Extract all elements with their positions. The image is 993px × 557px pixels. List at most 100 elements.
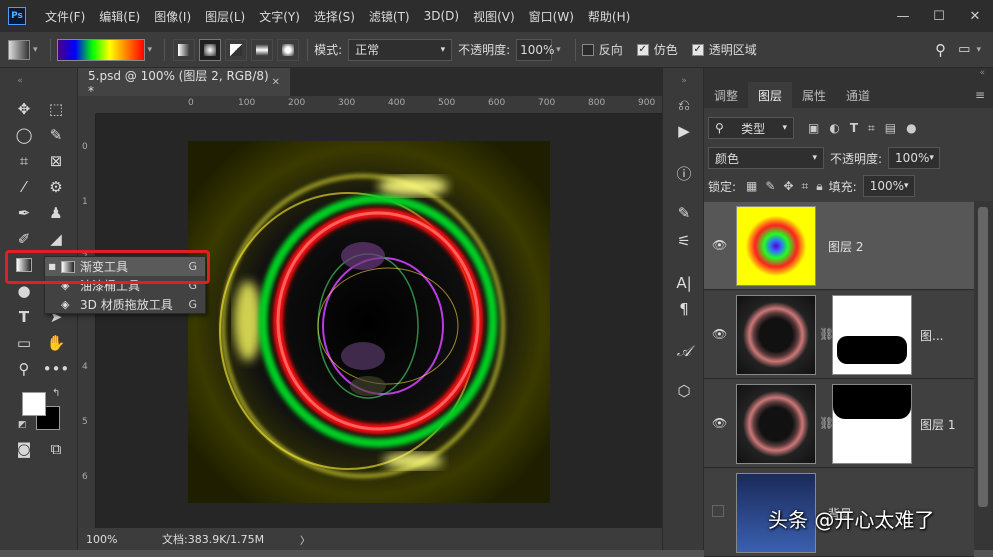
menu-3d[interactable]: 3D(D) xyxy=(417,9,466,23)
layers-scrollbar[interactable] xyxy=(974,201,993,550)
pixel-filter-icon[interactable]: ▣ xyxy=(808,121,819,135)
brush-settings-icon[interactable]: ✎ xyxy=(672,202,696,224)
menu-edit[interactable]: 编辑(E) xyxy=(92,8,147,25)
zoom-level[interactable]: 100% xyxy=(78,533,138,546)
type-filter-icon[interactable]: T xyxy=(850,121,858,135)
rectangle-tool-icon[interactable]: ▭ xyxy=(12,332,36,354)
eye-icon[interactable]: 👁︎ xyxy=(712,416,727,430)
angle-gradient-button[interactable] xyxy=(225,38,248,61)
hand-tool-icon[interactable]: ✋ xyxy=(44,332,68,354)
eye-icon[interactable]: 👁︎ xyxy=(712,327,727,341)
layer-filter-dropdown[interactable]: ⚲ 类型 ▾ xyxy=(708,117,794,139)
status-menu-icon[interactable]: 〉 xyxy=(300,532,310,547)
character-icon[interactable]: A| xyxy=(672,272,696,294)
marquee-tool-icon[interactable]: ⬚ xyxy=(44,98,68,120)
shape-filter-icon[interactable]: ⌗ xyxy=(868,121,875,136)
tab-adjustments[interactable]: 调整 xyxy=(704,82,748,108)
collapse-icon[interactable]: « xyxy=(8,70,32,92)
blend-mode-dropdown[interactable]: 颜色 ▾ xyxy=(708,147,824,169)
layer-opacity-input[interactable]: 100% ▾ xyxy=(888,147,941,169)
flyout-item-3d-material[interactable]: ◈ 3D 材质拖放工具 G xyxy=(45,295,205,314)
search-icon[interactable]: ⚲ xyxy=(935,41,946,59)
chevron-down-icon[interactable]: ▾ xyxy=(556,45,561,55)
eraser-tool-icon[interactable]: ◢ xyxy=(44,228,68,250)
mode-dropdown[interactable]: 正常 ▾ xyxy=(348,38,453,61)
smart-object-filter-icon[interactable]: ▤ xyxy=(885,121,896,135)
lock-artboard-icon[interactable]: ⌗ xyxy=(802,179,809,194)
layer-name[interactable]: 图... xyxy=(920,327,943,344)
collapse-icon[interactable]: » xyxy=(672,70,696,92)
menu-image[interactable]: 图像(I) xyxy=(147,8,198,25)
linear-gradient-button[interactable] xyxy=(173,38,196,61)
type-tool-icon[interactable]: T xyxy=(12,306,36,328)
swap-colors-icon[interactable]: ↰ xyxy=(52,388,60,399)
lock-pixels-icon[interactable]: ✎ xyxy=(765,179,775,193)
radial-gradient-button[interactable] xyxy=(199,38,222,61)
foreground-color-swatch-top[interactable] xyxy=(22,392,46,416)
gradient-editor-swatch[interactable] xyxy=(56,38,145,61)
vertical-ruler[interactable]: 0123456 xyxy=(78,114,96,534)
3d-tool-icon[interactable]: ⚙ xyxy=(44,176,68,198)
adjustment-filter-icon[interactable]: ◐ xyxy=(829,121,839,135)
scrollbar-thumb[interactable] xyxy=(978,207,988,507)
eye-icon[interactable]: 👁︎ xyxy=(712,238,727,252)
opacity-input[interactable]: 100% xyxy=(516,38,554,61)
layer-row[interactable]: 👁︎ 图层 2 xyxy=(704,202,974,290)
fill-input[interactable]: 100% ▾ xyxy=(862,175,915,197)
lock-transparent-icon[interactable]: ▦ xyxy=(746,179,757,193)
close-icon[interactable]: ✕ xyxy=(272,77,280,88)
filter-toggle-icon[interactable]: ● xyxy=(906,121,916,135)
history-icon[interactable]: ⎌ xyxy=(672,94,696,116)
visibility-toggle-empty[interactable] xyxy=(712,505,724,517)
chevron-down-icon[interactable]: ▾ xyxy=(33,45,38,55)
layer-row[interactable]: 👁︎ ⛓︎ 图层 1 xyxy=(704,380,974,468)
tab-layers[interactable]: 图层 xyxy=(748,82,793,108)
lasso-tool-icon[interactable]: ◯ xyxy=(12,124,36,146)
quick-mask-icon[interactable]: ◙ xyxy=(12,438,36,460)
chevron-down-icon[interactable]: ▾ xyxy=(976,45,981,55)
quick-select-tool-icon[interactable]: ✎ xyxy=(44,124,68,146)
screen-mode-icon[interactable]: ⧉ xyxy=(44,438,68,460)
info-icon[interactable]: ⓘ xyxy=(672,162,696,184)
dither-checkbox[interactable]: ✓ xyxy=(636,43,649,56)
frame-tool-icon[interactable]: ⊠ xyxy=(44,150,68,172)
document-tab[interactable]: 5.psd @ 100% (图层 2, RGB/8) * ✕ xyxy=(78,68,290,98)
transparency-checkbox[interactable]: ✓ xyxy=(691,43,704,56)
menu-help[interactable]: 帮助(H) xyxy=(581,8,637,25)
adjustments-icon[interactable]: ⚟ xyxy=(672,230,696,252)
horizontal-ruler[interactable]: 0100200300400500600700800900100 xyxy=(96,96,705,114)
reflected-gradient-button[interactable] xyxy=(251,38,274,61)
menu-window[interactable]: 窗口(W) xyxy=(522,8,581,25)
menu-filter[interactable]: 滤镜(T) xyxy=(362,8,417,25)
menu-view[interactable]: 视图(V) xyxy=(466,8,522,25)
3d-panel-icon[interactable]: ⬡ xyxy=(672,380,696,402)
workspace-icon[interactable]: ▭ xyxy=(958,42,970,57)
minimize-button[interactable]: — xyxy=(885,9,921,24)
layer-row[interactable]: 👁︎ ⛓︎ 图... xyxy=(704,291,974,379)
tab-channels[interactable]: 通道 xyxy=(836,82,880,108)
layer-name[interactable]: 图层 2 xyxy=(828,238,863,255)
default-colors-icon[interactable]: ◩ xyxy=(18,420,27,430)
panel-menu-icon[interactable]: ≡ xyxy=(975,88,985,102)
paragraph-icon[interactable]: ¶ xyxy=(672,298,696,320)
lock-position-icon[interactable]: ✥ xyxy=(783,179,793,193)
crop-tool-icon[interactable]: ⌗ xyxy=(12,150,36,172)
collapse-icon[interactable]: « xyxy=(979,68,985,78)
maximize-button[interactable]: ☐ xyxy=(921,9,957,24)
lock-all-icon[interactable]: 🔒︎ xyxy=(816,179,822,194)
menu-select[interactable]: 选择(S) xyxy=(307,8,362,25)
tab-properties[interactable]: 属性 xyxy=(792,82,836,108)
history-brush-icon[interactable]: ✐ xyxy=(12,228,36,250)
reverse-checkbox[interactable] xyxy=(581,43,594,56)
zoom-tool-icon[interactable]: ⚲ xyxy=(12,358,36,380)
brush-tool-icon[interactable]: ✒ xyxy=(12,202,36,224)
close-button[interactable]: ✕ xyxy=(957,9,993,24)
canvas[interactable] xyxy=(188,141,550,503)
menu-layer[interactable]: 图层(L) xyxy=(198,8,252,25)
glyphs-icon[interactable]: 𝒜 xyxy=(672,340,696,362)
layer-name[interactable]: 图层 1 xyxy=(920,416,955,433)
menu-type[interactable]: 文字(Y) xyxy=(252,8,307,25)
stamp-tool-icon[interactable]: ♟ xyxy=(44,202,68,224)
eyedropper-tool-icon[interactable]: ⁄ xyxy=(12,176,36,198)
chevron-down-icon[interactable]: ▾ xyxy=(148,45,153,55)
